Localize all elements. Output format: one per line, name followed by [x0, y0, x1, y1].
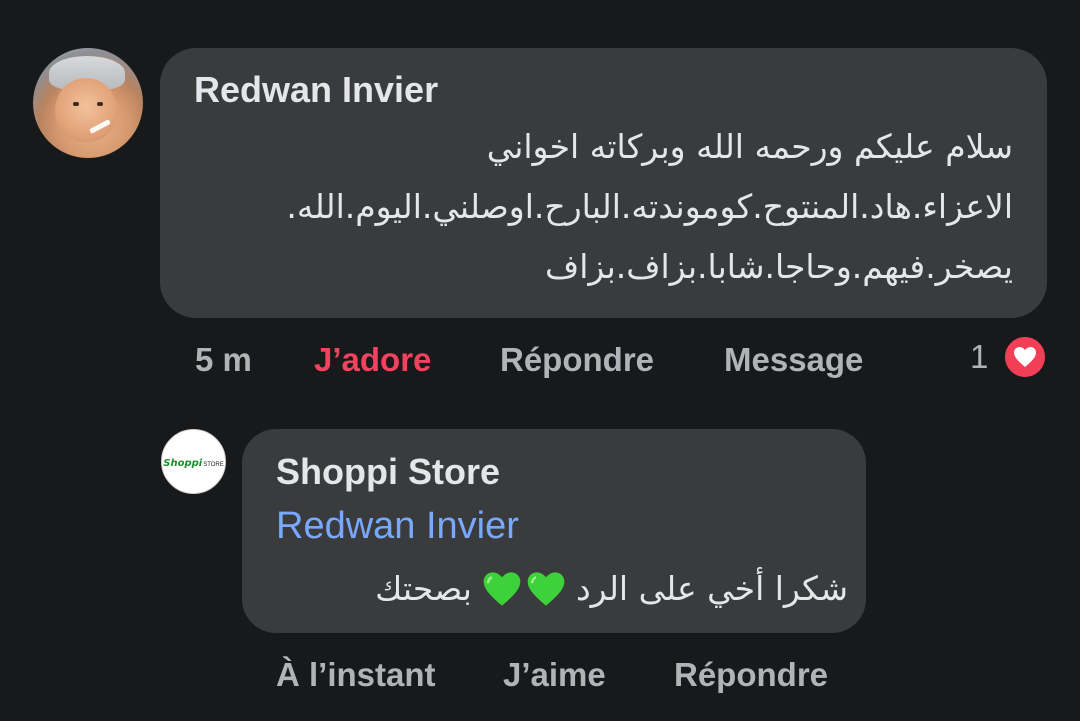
reply-text-end: بصحتك: [375, 569, 472, 608]
reply-text-start: شكرا أخي على الرد: [575, 569, 848, 608]
comment-thread: Redwan Invier سلام عليكم ورحمه الله وبرك…: [0, 0, 1080, 721]
reply-button[interactable]: Répondre: [674, 656, 828, 694]
comment-text: سلام عليكم ورحمه الله وبركاته اخواني الا…: [183, 117, 1013, 297]
comment-author[interactable]: Redwan Invier: [194, 69, 438, 111]
reply-button[interactable]: Répondre: [500, 341, 654, 379]
avatar-redwan[interactable]: [33, 48, 143, 158]
avatar-face: [55, 78, 117, 142]
reply-timestamp[interactable]: À l’instant: [276, 656, 436, 694]
logo-sub: STORE: [203, 461, 224, 468]
store-logo: ShoppiSTORE: [163, 453, 224, 471]
comment-line: سلام عليكم ورحمه الله وبركاته اخواني: [486, 127, 1013, 166]
mention-link[interactable]: Redwan Invier: [276, 505, 519, 548]
logo-text: Shoppi: [163, 457, 203, 469]
reaction-count[interactable]: 1: [970, 338, 988, 376]
green-heart-icon: [527, 572, 565, 606]
reply-author[interactable]: Shoppi Store: [276, 451, 500, 493]
avatar-eye: [73, 102, 79, 106]
green-heart-icons: [480, 569, 568, 609]
comment-timestamp[interactable]: 5 m: [195, 341, 252, 379]
like-button[interactable]: J’aime: [503, 656, 606, 694]
green-heart-icon: [483, 572, 521, 606]
reply-text: شكرا أخي على الرد بصحتك: [375, 563, 848, 615]
avatar-shoppi-store[interactable]: ShoppiSTORE: [161, 429, 226, 494]
comment-line: يصخر.فيهم.وحاجا.شابا.بزاف.بزاف: [545, 247, 1013, 286]
avatar-eye: [97, 102, 103, 106]
comment-line: الاعزاء.هاد.المنتوح.كوموندته.البارح.اوصل…: [286, 187, 1013, 226]
heart-red-icon[interactable]: [1002, 334, 1048, 380]
message-button[interactable]: Message: [724, 341, 863, 379]
love-reaction-button[interactable]: J’adore: [314, 341, 431, 379]
